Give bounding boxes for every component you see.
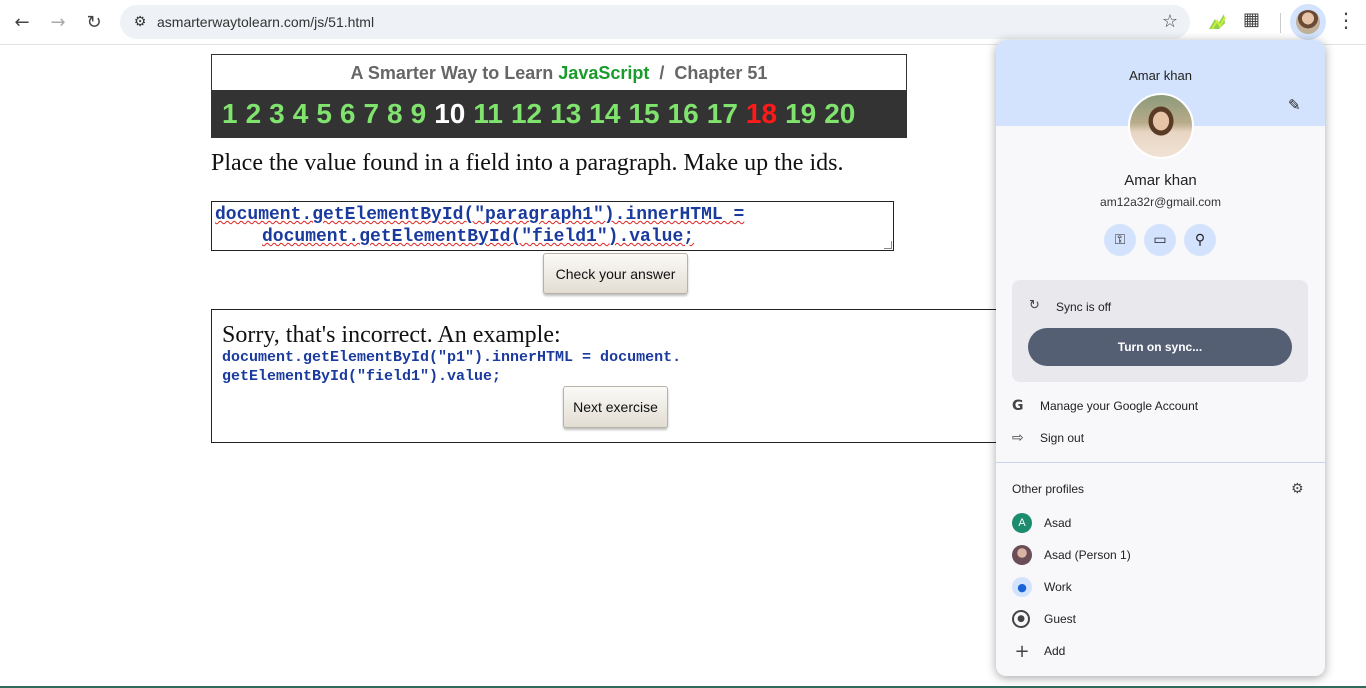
chapter-link-red[interactable]: 18 [746, 98, 777, 130]
edit-pencil-icon[interactable]: ✎ [1288, 96, 1301, 114]
chapter-link[interactable]: 11 [473, 98, 503, 130]
example-line-2: getElementById("field1").value; [222, 368, 502, 385]
manage-account-item[interactable]: G Manage your Google Account [1012, 393, 1308, 419]
manage-account-label: Manage your Google Account [1040, 399, 1199, 413]
bookmark-star-icon[interactable]: ☆ [1162, 11, 1178, 32]
result-message: Sorry, that's incorrect. An example: [222, 322, 561, 348]
chapter-link[interactable]: 6 [340, 98, 356, 130]
title-prefix: A Smarter Way to Learn [350, 63, 554, 83]
example-line-1: document.getElementById("p1").innerHTML … [222, 349, 682, 366]
chapter-link[interactable]: 16 [668, 98, 699, 130]
profile-item-add[interactable]: + Add [1012, 638, 1308, 664]
chapter-link[interactable]: 13 [550, 98, 581, 130]
profile-name: Amar khan [1124, 172, 1197, 189]
avatar [1128, 93, 1194, 159]
person-icon: ● [1012, 577, 1032, 597]
chapter-link[interactable]: 19 [785, 98, 816, 130]
page-title: A Smarter Way to Learn JavaScript / Chap… [212, 63, 906, 84]
profile-item-guest[interactable]: ● Guest [1012, 606, 1308, 632]
browser-toolbar: ← → ↻ ⚙ asmarterwaytolearn.com/js/51.htm… [0, 0, 1366, 45]
location-pin-icon[interactable]: ⚲ [1184, 224, 1216, 256]
sign-out-label: Sign out [1040, 431, 1085, 445]
chapter-link[interactable]: 5 [316, 98, 332, 130]
other-profiles-title: Other profiles [1012, 482, 1085, 496]
profile-email: am12a32r@gmail.com [1100, 195, 1221, 209]
chapter-link[interactable]: 4 [293, 98, 309, 130]
google-g-icon: G [1012, 398, 1024, 414]
green-extension-icon[interactable] [1206, 11, 1228, 33]
profile-item-label: Work [1044, 580, 1072, 594]
profile-photo-avatar [1012, 545, 1032, 565]
chapter-link[interactable]: 17 [707, 98, 738, 130]
sync-status: Sync is off [1056, 300, 1112, 314]
profile-menu: Amar khan ✎ Amar khan am12a32r@gmail.com… [996, 40, 1325, 676]
sync-card: ↻ Sync is off Turn on sync... [1012, 280, 1308, 382]
chapter-link[interactable]: 3 [269, 98, 285, 130]
toolbar-separator [1280, 13, 1281, 33]
exercise-instruction: Place the value found in a field into a … [211, 150, 844, 176]
divider [996, 462, 1325, 463]
gear-icon[interactable]: ⚙ [1291, 481, 1304, 497]
profile-header-name: Amar khan [1129, 68, 1192, 83]
resize-handle[interactable] [884, 241, 892, 249]
key-icon[interactable]: ⚿ [1104, 224, 1136, 256]
profile-item-work[interactable]: ● Work [1012, 574, 1308, 600]
title-separator: / [659, 63, 665, 83]
chapter-link[interactable]: 12 [511, 98, 542, 130]
chapter-header: A Smarter Way to Learn JavaScript / Chap… [211, 54, 907, 138]
profile-item-asad[interactable]: A Asad [1012, 510, 1308, 536]
forward-arrow-icon[interactable]: → [44, 8, 72, 36]
profile-item-label: Asad (Person 1) [1044, 548, 1131, 562]
credit-card-icon[interactable]: ▭ [1144, 224, 1176, 256]
profile-item-label: Asad [1044, 516, 1072, 530]
plus-icon: + [1014, 640, 1030, 662]
chapter-nav: 1 2 3 4 5 6 7 8 9 10 11 12 13 14 15 16 1… [212, 90, 906, 138]
profile-initial-avatar: A [1012, 513, 1032, 533]
profile-item-label: Guest [1044, 612, 1077, 626]
next-exercise-button[interactable]: Next exercise [563, 386, 668, 428]
url-text[interactable]: asmarterwaytolearn.com/js/51.html [157, 14, 374, 30]
answer-line-1: document.getElementById("paragraph1").in… [215, 205, 745, 225]
kebab-menu-icon[interactable]: ⋮ [1336, 8, 1356, 32]
puzzle-icon[interactable]: ▦ [1243, 9, 1260, 30]
back-arrow-icon[interactable]: ← [8, 8, 36, 36]
sync-off-icon: ↻ [1029, 298, 1040, 313]
turn-on-sync-button[interactable]: Turn on sync... [1028, 328, 1292, 366]
guest-icon: ● [1012, 610, 1030, 628]
chapter-link[interactable]: 20 [824, 98, 855, 130]
chapter-link-current[interactable]: 10 [434, 98, 465, 130]
chapter-link[interactable]: 1 [222, 98, 238, 130]
title-chapter: Chapter 51 [674, 63, 768, 83]
profile-button[interactable] [1290, 4, 1326, 40]
sign-out-icon: ⇨ [1012, 430, 1024, 446]
chapter-link[interactable]: 8 [387, 98, 403, 130]
sign-out-item[interactable]: ⇨ Sign out [1012, 425, 1308, 451]
chapter-link[interactable]: 15 [628, 98, 659, 130]
example-code: document.getElementById("p1").innerHTML … [222, 348, 681, 386]
chapter-link[interactable]: 9 [411, 98, 427, 130]
chapter-link[interactable]: 2 [246, 98, 262, 130]
profile-item-label: Add [1044, 644, 1066, 658]
answer-textarea[interactable]: document.getElementById("paragraph1").in… [211, 201, 894, 251]
check-answer-button[interactable]: Check your answer [543, 253, 688, 294]
title-javascript: JavaScript [558, 63, 650, 83]
address-bar[interactable]: ⚙ asmarterwaytolearn.com/js/51.html ☆ [120, 5, 1190, 39]
reload-icon[interactable]: ↻ [80, 8, 108, 36]
profile-item-asad-person-1[interactable]: Asad (Person 1) [1012, 542, 1308, 568]
profile-avatar-small [1296, 10, 1320, 34]
site-info-icon[interactable]: ⚙ [126, 8, 154, 36]
answer-line-2: document.getElementById("field1").value; [262, 227, 695, 247]
chapter-link[interactable]: 14 [589, 98, 620, 130]
chapter-link[interactable]: 7 [363, 98, 379, 130]
